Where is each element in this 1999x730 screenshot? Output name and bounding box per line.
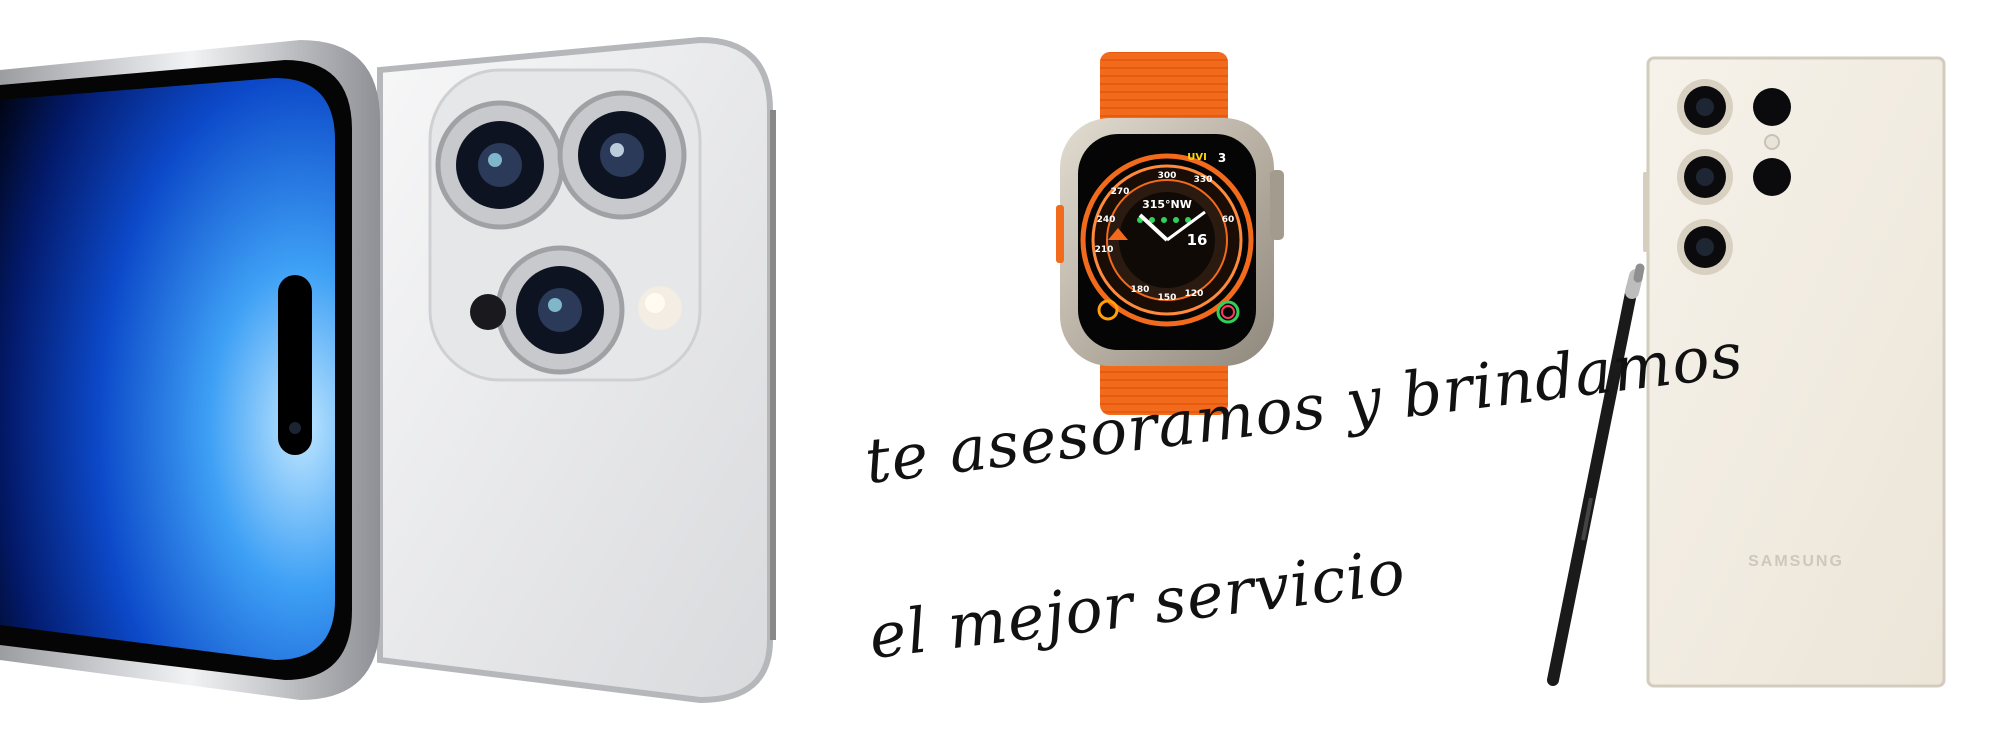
samsung-logo: SAMSUNG	[1748, 553, 1844, 570]
s-pen-icon	[1547, 263, 1645, 686]
